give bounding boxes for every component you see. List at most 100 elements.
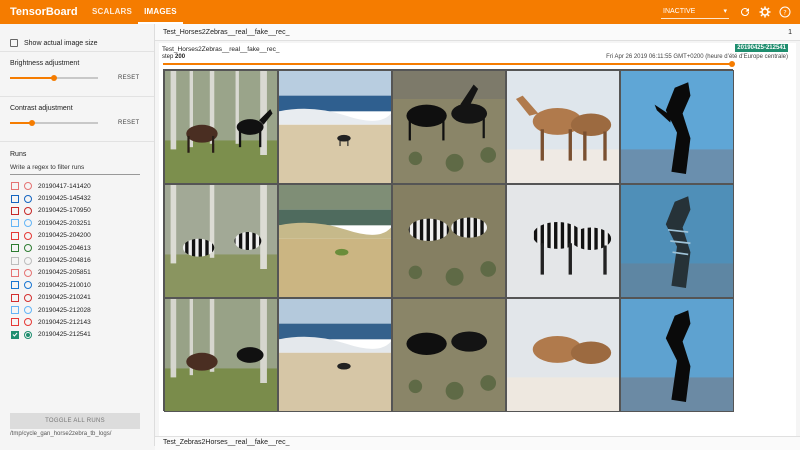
run-item[interactable]: 20190425-212028 — [0, 304, 154, 316]
run-tag: 20190425-212541 — [735, 44, 788, 52]
run-item[interactable]: 20190425-205851 — [0, 267, 154, 279]
run-item[interactable]: 20190425-204613 — [0, 242, 154, 254]
run-color-radio[interactable] — [24, 281, 32, 290]
step-text: step — [162, 54, 174, 60]
run-item[interactable]: 20190425-204200 — [0, 230, 154, 242]
plugin-select[interactable]: INACTIVE ▾ — [661, 5, 729, 19]
step-value: 200 — [175, 54, 186, 60]
run-color-radio[interactable] — [24, 206, 32, 215]
run-color-radio[interactable] — [24, 219, 32, 228]
run-checkbox[interactable] — [11, 306, 19, 315]
image-fake-zebras-snow — [506, 184, 620, 298]
run-item[interactable]: 20190425-210241 — [0, 292, 154, 304]
run-name: 20190425-210241 — [38, 294, 91, 302]
brightness-knob[interactable] — [51, 75, 57, 81]
run-checkbox[interactable] — [11, 293, 19, 302]
dropdown-arrow-icon: ▾ — [723, 8, 727, 15]
app-brand: TensorBoard — [10, 6, 78, 18]
step-slider-knob[interactable] — [729, 61, 735, 67]
run-item[interactable]: 20190425-204816 — [0, 254, 154, 266]
run-name: 20190425-205851 — [38, 269, 91, 277]
run-color-radio[interactable] — [24, 244, 32, 253]
brightness-reset-button[interactable]: RESET — [118, 75, 140, 81]
runs-title: Runs — [10, 151, 27, 158]
card-header[interactable]: Test_Horses2Zebras__real__fake__rec_ 1 — [155, 24, 800, 41]
run-color-radio[interactable] — [24, 330, 32, 339]
run-name: 20190417-141420 — [38, 182, 91, 190]
help-icon[interactable]: ? — [778, 5, 792, 19]
image-rec-brown-horses — [506, 298, 620, 412]
run-item[interactable]: 20190425-212541 — [0, 329, 154, 341]
actual-size-label: Show actual image size — [24, 39, 98, 47]
run-name: 20190425-204200 — [38, 232, 91, 240]
run-checkbox[interactable] — [11, 330, 19, 339]
radio-dot-icon — [26, 332, 30, 337]
toggle-all-runs-button[interactable]: TOGGLE ALL RUNS — [10, 413, 140, 429]
image-title: Test_Horses2Zebras__real__fake__rec_ — [162, 46, 280, 53]
run-name: 20190425-212028 — [38, 306, 91, 314]
run-item[interactable]: 20190425-210010 — [0, 279, 154, 291]
run-checkbox[interactable] — [11, 194, 19, 203]
main-content: Test_Horses2Zebras__real__fake__rec_ 1 T… — [155, 24, 800, 450]
card-title: Test_Horses2Zebras__real__fake__rec_ — [163, 28, 290, 36]
run-color-radio[interactable] — [24, 182, 32, 191]
image-grid — [163, 69, 734, 412]
card-header-zebras2horses[interactable]: Test_Zebras2Horses__real__fake__rec_ — [155, 436, 800, 450]
run-checkbox[interactable] — [11, 281, 19, 290]
step-label: step 200 — [162, 54, 185, 60]
timestamp: Fri Apr 26 2019 06:11:55 GMT+0200 (heure… — [606, 54, 788, 60]
run-color-radio[interactable] — [24, 318, 32, 327]
run-color-radio[interactable] — [24, 268, 32, 277]
run-name: 20190425-210010 — [38, 281, 91, 289]
contrast-knob[interactable] — [29, 120, 35, 126]
run-filter-input[interactable]: Write a regex to filter runs — [10, 164, 140, 175]
runs-section: Runs Write a regex to filter runs 201904… — [0, 142, 154, 341]
run-color-radio[interactable] — [24, 306, 32, 315]
run-item[interactable]: 20190425-212143 — [0, 316, 154, 328]
actual-size-checkbox[interactable] — [10, 39, 18, 47]
step-slider[interactable] — [163, 63, 733, 65]
image-fake-zebras-plain — [392, 184, 506, 298]
run-item[interactable]: 20190425-203251 — [0, 217, 154, 229]
image-fake-beach-zebra — [278, 184, 392, 298]
image-rec-rearing-horse — [620, 298, 734, 412]
run-color-radio[interactable] — [24, 231, 32, 240]
card-count: 1 — [788, 28, 792, 36]
brightness-fill — [10, 77, 54, 79]
run-color-radio[interactable] — [24, 194, 32, 203]
run-item[interactable]: 20190425-145432 — [0, 192, 154, 204]
refresh-icon[interactable] — [738, 5, 752, 19]
run-checkbox[interactable] — [11, 318, 19, 327]
run-name: 20190425-204816 — [38, 257, 91, 265]
run-checkbox[interactable] — [11, 182, 19, 191]
run-checkbox[interactable] — [11, 268, 19, 277]
contrast-label: Contrast adjustment — [10, 105, 73, 112]
run-checkbox[interactable] — [11, 219, 19, 228]
run-item[interactable]: 20190425-170950 — [0, 205, 154, 217]
run-name: 20190425-145432 — [38, 195, 91, 203]
brightness-section: Brightness adjustment RESET — [0, 52, 154, 97]
run-checkbox[interactable] — [11, 206, 19, 215]
contrast-reset-button[interactable]: RESET — [118, 120, 140, 126]
image-rec-beach-horse — [278, 298, 392, 412]
image-fake-rearing-zebra — [620, 184, 734, 298]
run-item[interactable]: 20190417-141420 — [0, 180, 154, 192]
log-directory: /tmp/cycle_gan_horse2zebra_tb_logs/ — [10, 431, 112, 437]
run-checkbox[interactable] — [11, 231, 19, 240]
tab-images[interactable]: IMAGES — [138, 0, 183, 24]
run-checkbox[interactable] — [11, 244, 19, 253]
sidebar: Show actual image size Brightness adjust… — [0, 24, 155, 446]
run-checkbox[interactable] — [11, 256, 19, 265]
tab-scalars[interactable]: SCALARS — [86, 0, 138, 24]
run-color-radio[interactable] — [24, 293, 32, 302]
run-name: 20190425-212541 — [38, 331, 91, 339]
image-real-black-horses — [392, 70, 506, 184]
image-real-beach-horse — [278, 70, 392, 184]
contrast-slider[interactable] — [10, 120, 98, 126]
brightness-slider[interactable] — [10, 75, 98, 81]
image-real-rearing-horse — [620, 70, 734, 184]
run-color-radio[interactable] — [24, 256, 32, 265]
image-real-forest-horses — [164, 70, 278, 184]
settings-icon[interactable] — [758, 5, 772, 19]
run-name: 20190425-212143 — [38, 318, 91, 326]
